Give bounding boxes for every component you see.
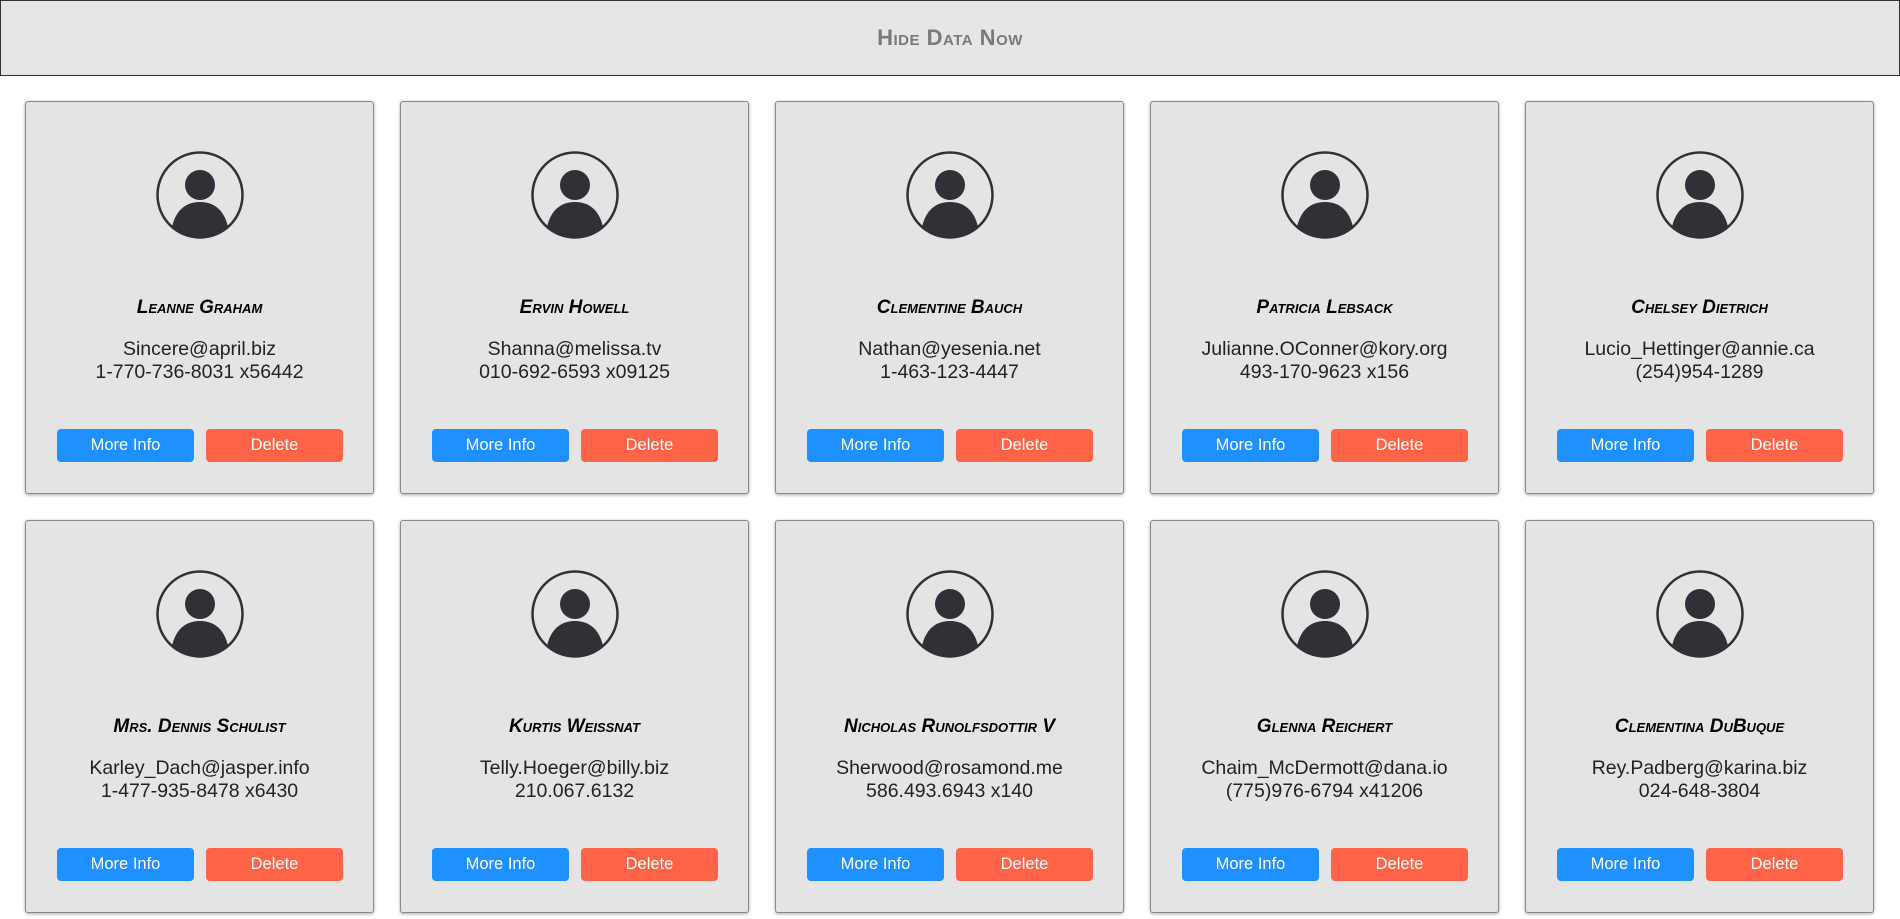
delete-button[interactable]: Delete [1331, 429, 1468, 462]
delete-button[interactable]: Delete [581, 429, 718, 462]
hide-data-label: Hide Data Now [877, 25, 1023, 50]
user-avatar-icon [1280, 151, 1369, 239]
delete-button[interactable]: Delete [956, 429, 1093, 462]
user-name: Clementina DuBuque [1614, 716, 1785, 737]
delete-button[interactable]: Delete [1331, 848, 1468, 881]
user-phone: (254)954-1289 [1635, 361, 1764, 383]
user-name: Glenna Reichert [1256, 716, 1393, 737]
user-name: Chelsey Dietrich [1631, 297, 1768, 318]
user-phone: (775)976-6794 x41206 [1225, 780, 1424, 802]
user-email: Nathan@yesenia.net [858, 338, 1041, 360]
user-avatar-icon [1280, 570, 1369, 658]
more-info-button[interactable]: More Info [807, 429, 944, 462]
user-name: Kurtis Weissnat [508, 716, 641, 737]
user-avatar-icon [1655, 570, 1744, 658]
delete-button[interactable]: Delete [956, 848, 1093, 881]
user-phone: 1-477-935-8478 x6430 [100, 780, 299, 802]
user-phone: 586.493.6943 x140 [866, 780, 1033, 802]
user-card: Leanne Graham Sincere@april.biz 1-770-73… [25, 101, 374, 494]
user-email: Karley_Dach@jasper.info [89, 757, 310, 779]
user-card: Clementine Bauch Nathan@yesenia.net 1-46… [775, 101, 1124, 494]
user-phone: 024-648-3804 [1638, 780, 1761, 802]
user-name: Patricia Lebsack [1256, 297, 1393, 318]
delete-button[interactable]: Delete [206, 429, 343, 462]
user-avatar-icon [530, 570, 619, 658]
delete-button[interactable]: Delete [1706, 848, 1843, 881]
user-email: Julianne.OConner@kory.org [1201, 338, 1448, 360]
user-name: Nicholas Runolfsdottir V [844, 716, 1055, 737]
more-info-button[interactable]: More Info [1557, 848, 1694, 881]
delete-button[interactable]: Delete [1706, 429, 1843, 462]
user-card: Glenna Reichert Chaim_McDermott@dana.io … [1150, 520, 1499, 913]
more-info-button[interactable]: More Info [1182, 848, 1319, 881]
user-email: Chaim_McDermott@dana.io [1201, 757, 1448, 779]
user-avatar-icon [1655, 151, 1744, 239]
user-email: Sincere@april.biz [122, 338, 277, 360]
user-phone: 210.067.6132 [514, 780, 635, 802]
user-email: Telly.Hoeger@billy.biz [479, 757, 670, 779]
user-card: Kurtis Weissnat Telly.Hoeger@billy.biz 2… [400, 520, 749, 913]
user-card: Nicholas Runolfsdottir V Sherwood@rosamo… [775, 520, 1124, 913]
more-info-button[interactable]: More Info [1557, 429, 1694, 462]
user-email: Sherwood@rosamond.me [836, 757, 1063, 779]
user-avatar-icon [155, 570, 244, 658]
more-info-button[interactable]: More Info [432, 429, 569, 462]
user-avatar-icon [530, 151, 619, 239]
user-name: Ervin Howell [519, 297, 630, 318]
user-phone: 1-770-736-8031 x56442 [95, 361, 304, 383]
user-avatar-icon [905, 151, 994, 239]
more-info-button[interactable]: More Info [57, 429, 194, 462]
user-card-grid: Leanne Graham Sincere@april.biz 1-770-73… [25, 101, 1875, 913]
user-avatar-icon [155, 151, 244, 239]
user-name: Mrs. Dennis Schulist [113, 716, 286, 737]
user-phone: 1-463-123-4447 [880, 361, 1019, 383]
user-card: Patricia Lebsack Julianne.OConner@kory.o… [1150, 101, 1499, 494]
user-name: Clementine Bauch [876, 297, 1023, 318]
user-phone: 493-170-9623 x156 [1239, 361, 1410, 383]
user-email: Lucio_Hettinger@annie.ca [1584, 338, 1815, 360]
hide-data-button[interactable]: Hide Data Now [0, 0, 1900, 76]
more-info-button[interactable]: More Info [1182, 429, 1319, 462]
user-avatar-icon [905, 570, 994, 658]
user-phone: 010-692-6593 x09125 [479, 361, 670, 383]
more-info-button[interactable]: More Info [57, 848, 194, 881]
more-info-button[interactable]: More Info [432, 848, 569, 881]
user-email: Rey.Padberg@karina.biz [1591, 757, 1808, 779]
delete-button[interactable]: Delete [581, 848, 718, 881]
user-card: Clementina DuBuque Rey.Padberg@karina.bi… [1525, 520, 1874, 913]
user-card: Ervin Howell Shanna@melissa.tv 010-692-6… [400, 101, 749, 494]
more-info-button[interactable]: More Info [807, 848, 944, 881]
user-card: Chelsey Dietrich Lucio_Hettinger@annie.c… [1525, 101, 1874, 494]
user-card: Mrs. Dennis Schulist Karley_Dach@jasper.… [25, 520, 374, 913]
delete-button[interactable]: Delete [206, 848, 343, 881]
user-name: Leanne Graham [136, 297, 263, 318]
user-email: Shanna@melissa.tv [487, 338, 662, 360]
